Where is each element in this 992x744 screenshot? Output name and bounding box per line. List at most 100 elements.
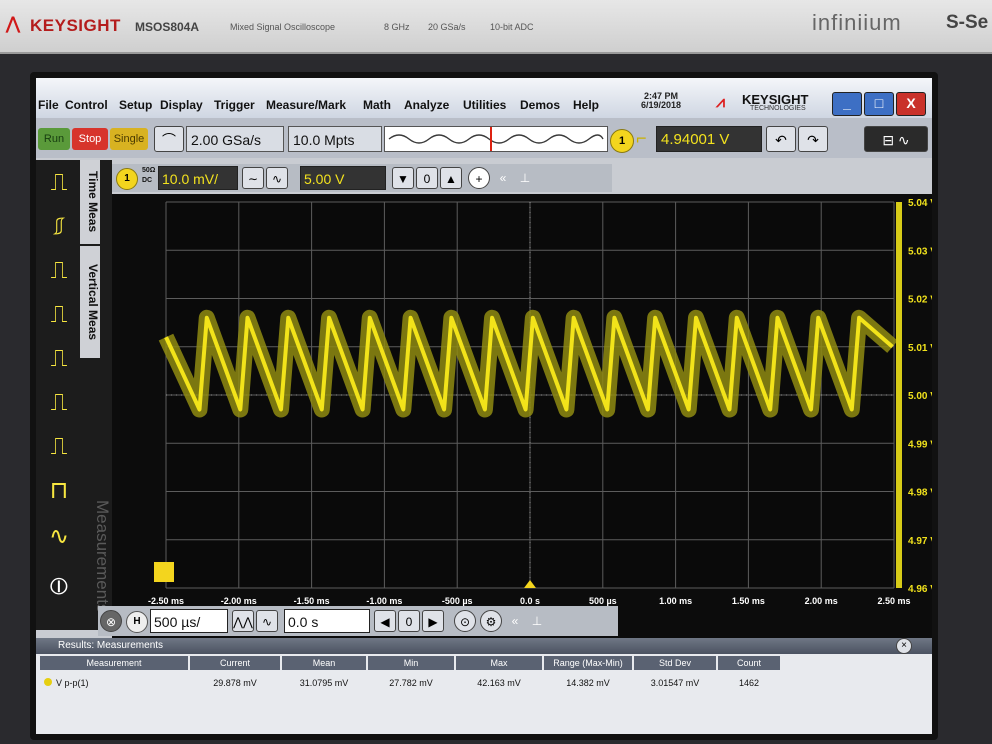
x-tick-label: -1.00 ms xyxy=(366,596,402,606)
collapse-button[interactable]: « xyxy=(492,167,514,189)
model-number: MSOS804A xyxy=(135,20,200,34)
fall-time-icon[interactable]: ⎎ xyxy=(40,208,78,246)
channel-1-badge[interactable]: 1 xyxy=(116,168,138,190)
vertical-scale-field[interactable]: 10.0 mV/ xyxy=(158,166,238,190)
rising-edge-icon[interactable]: ⌐ xyxy=(636,128,647,149)
result-name[interactable]: V p-p(1) xyxy=(56,676,188,690)
col-max[interactable]: Max xyxy=(456,656,542,670)
col-mean[interactable]: Mean xyxy=(282,656,366,670)
fft-measure-icon[interactable]: ⦶ xyxy=(40,568,78,606)
y-tick-label: 4.97 V xyxy=(908,536,932,547)
stop-button[interactable]: Stop xyxy=(72,128,108,150)
trigger-waveform-preview[interactable] xyxy=(384,126,608,152)
trigger-channel-badge[interactable]: 1 xyxy=(610,129,634,153)
timebase-scale-field[interactable]: 500 µs/ xyxy=(150,609,228,633)
vertical-offset-field[interactable]: 5.00 V xyxy=(300,166,386,190)
y-tick-labels: 5.04 V 5.03 V 5.02 V 5.01 V 5.00 V 4.99 V 4.98… xyxy=(908,198,932,595)
channel-1-ground-marker[interactable] xyxy=(154,562,174,582)
timebase-up-button[interactable]: ∿ xyxy=(256,610,278,632)
autoscale-button[interactable]: ⌒ xyxy=(154,126,184,152)
channel-coupling[interactable]: 50Ω DC xyxy=(142,166,155,186)
col-measurement[interactable]: Measurement xyxy=(40,656,188,670)
minimize-button[interactable]: _ xyxy=(832,92,862,116)
menu-demos[interactable]: Demos xyxy=(520,98,560,112)
sine-measure-icon[interactable]: ∿ xyxy=(40,518,78,556)
horizontal-pin-button[interactable]: ⊥ xyxy=(526,610,548,632)
timebase-down-button[interactable]: ⋀⋀ xyxy=(232,610,254,632)
offset-down-button[interactable]: ▼ xyxy=(392,167,414,189)
pulse-width-icon[interactable]: ⎍ xyxy=(40,340,78,378)
tab-time-meas[interactable]: Time Meas xyxy=(80,160,100,244)
offset-up-button[interactable]: ▲ xyxy=(440,167,462,189)
position-left-button[interactable]: ◀ xyxy=(374,610,396,632)
vamp-icon[interactable]: ⎍ xyxy=(40,428,78,466)
result-count: 1462 xyxy=(738,678,760,688)
x-tick-label: -2.50 ms xyxy=(148,596,184,606)
frequency-icon[interactable]: ⎍ xyxy=(40,296,78,334)
menu-measure-mark[interactable]: Measure/Mark xyxy=(266,98,346,112)
coupling-mode: DC xyxy=(142,177,153,184)
position-zero-button[interactable]: 0 xyxy=(398,610,420,632)
menu-display[interactable]: Display xyxy=(160,98,203,112)
result-std-dev: 3.01547 mV xyxy=(650,678,700,688)
menu-math[interactable]: Math xyxy=(363,98,391,112)
col-std-dev[interactable]: Std Dev xyxy=(634,656,716,670)
x-tick-labels: -2.50 ms -2.00 ms -1.50 ms -1.00 ms -500 µs 0… xyxy=(148,596,911,606)
menu-trigger[interactable]: Trigger xyxy=(214,98,255,112)
menu-analyze[interactable]: Analyze xyxy=(404,98,449,112)
add-channel-button[interactable]: + xyxy=(468,167,490,189)
single-button[interactable]: Single xyxy=(110,128,148,150)
close-button[interactable]: X xyxy=(896,92,926,116)
menu-control[interactable]: Control xyxy=(65,98,108,112)
tab-vertical-meas[interactable]: Vertical Meas xyxy=(80,246,100,358)
vpp-icon[interactable]: ⎍ xyxy=(40,384,78,422)
brand-row: ⋀ KEYSIGHT MSOS804A Mixed Signal Oscillo… xyxy=(0,10,992,44)
horizontal-position-field[interactable]: 0.0 s xyxy=(284,609,370,633)
zoom-toggle-button[interactable]: ⊟ ∿ xyxy=(864,126,928,152)
scale-down-button[interactable]: ∼ xyxy=(242,167,264,189)
channel-1-controls: 1 50Ω DC 10.0 mV/ ∼ ∿ 5.00 V ▼ 0 ▲ + « ⊥ xyxy=(112,164,612,192)
position-right-button[interactable]: ▶ xyxy=(422,610,444,632)
period-icon[interactable]: ⎍ xyxy=(40,252,78,290)
menu-file[interactable]: File xyxy=(38,98,59,112)
horizontal-hide-button[interactable]: « xyxy=(504,610,526,632)
menu-help[interactable]: Help xyxy=(573,98,599,112)
model-description: Mixed Signal Oscilloscope xyxy=(230,22,336,32)
x-tick-label: 0.0 s xyxy=(520,596,540,606)
offset-zero-button[interactable]: 0 xyxy=(416,167,438,189)
result-range: 14.382 mV xyxy=(566,678,610,688)
y-tick-label: 5.02 V xyxy=(908,295,932,306)
menu-setup[interactable]: Setup xyxy=(119,98,152,112)
chevron-left-icon: ◀ xyxy=(380,615,390,629)
maximize-button[interactable]: □ xyxy=(864,92,894,116)
redo-button[interactable]: ↷ xyxy=(798,126,828,152)
gear-icon: ⚙ xyxy=(485,615,497,629)
control-toolbar: Run Stop Single ⌒ 2.00 GSa/s 10.0 Mpts 1… xyxy=(36,118,932,158)
horizontal-collapse-button[interactable]: ⊗ xyxy=(100,610,122,632)
result-min: 27.782 mV xyxy=(389,678,433,688)
scale-up-button[interactable]: ∿ xyxy=(266,167,288,189)
instrument-bezel: ⋀ KEYSIGHT MSOS804A Mixed Signal Oscillo… xyxy=(0,0,992,54)
result-mean: 31.0795 mV xyxy=(299,678,349,688)
vmax-icon[interactable]: ⊓ xyxy=(40,472,78,510)
rise-time-icon[interactable]: ⎍ xyxy=(40,164,78,202)
col-count[interactable]: Count xyxy=(718,656,780,670)
menu-utilities[interactable]: Utilities xyxy=(463,98,506,112)
sample-rate-field[interactable]: 2.00 GSa/s xyxy=(186,126,284,152)
y-tick-label: 5.01 V xyxy=(908,343,932,354)
col-range[interactable]: Range (Max-Min) xyxy=(544,656,632,670)
results-close-button[interactable]: × xyxy=(896,638,912,654)
col-current[interactable]: Current xyxy=(190,656,280,670)
pin-button[interactable]: ⊥ xyxy=(514,167,536,189)
settings-button[interactable]: ⚙ xyxy=(480,610,502,632)
horizontal-badge[interactable]: H xyxy=(126,611,148,633)
trigger-level-field[interactable]: 4.94001 V xyxy=(656,126,762,152)
results-panel: Results: Measurements × Measurement Curr… xyxy=(36,638,932,734)
col-min[interactable]: Min xyxy=(368,656,454,670)
memory-depth-field[interactable]: 10.0 Mpts xyxy=(288,126,382,152)
pin-icon: ⊥ xyxy=(519,171,531,185)
run-button[interactable]: Run xyxy=(38,128,70,150)
zoom-button[interactable]: ⊙ xyxy=(454,610,476,632)
plus-icon: + xyxy=(475,172,483,186)
undo-button[interactable]: ↶ xyxy=(766,126,796,152)
